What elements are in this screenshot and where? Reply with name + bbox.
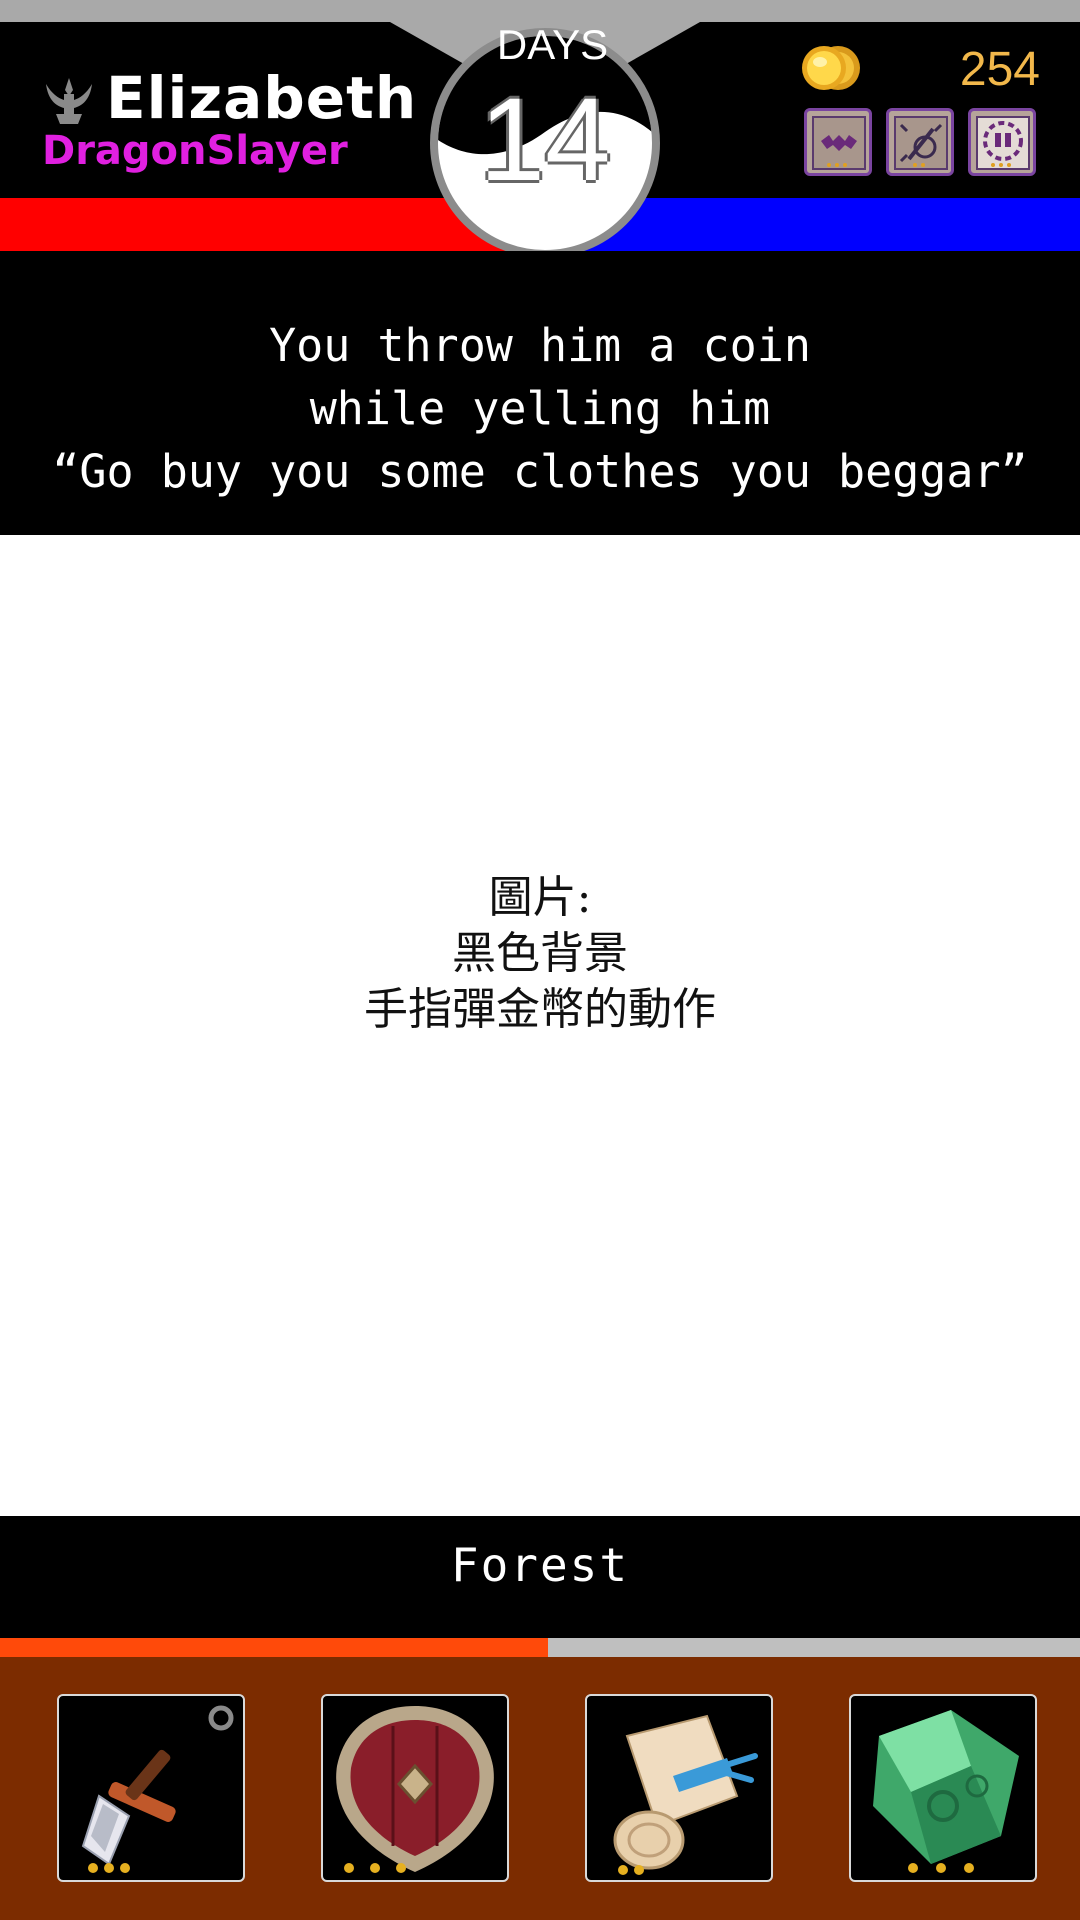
location-name: Forest xyxy=(450,1538,630,1592)
image-placeholder-line: 圖片: xyxy=(488,872,592,923)
player-name: Elizabeth xyxy=(106,64,418,132)
location-progress-track xyxy=(0,1638,1080,1657)
bats-card-icon[interactable] xyxy=(804,108,872,176)
top-strip xyxy=(0,0,1080,22)
dagger-icon xyxy=(81,1705,234,1873)
broken-sword-card-icon[interactable] xyxy=(886,108,954,176)
shield-icon xyxy=(336,1706,494,1873)
inventory-slot-dagger[interactable] xyxy=(57,1694,245,1882)
gold-coin-icon xyxy=(802,46,860,90)
inventory-slot-shield[interactable] xyxy=(321,1694,509,1882)
gear-potion-card-icon[interactable] xyxy=(968,108,1036,176)
story-line: while yelling him xyxy=(309,382,771,435)
inventory-slot-scroll[interactable] xyxy=(585,1694,773,1882)
player-title: DragonSlayer xyxy=(42,128,348,174)
scroll-icon xyxy=(613,1714,758,1875)
green-crystal-icon xyxy=(873,1710,1019,1873)
story-line: You throw him a coin xyxy=(269,319,811,372)
days-count: 14 xyxy=(479,74,611,206)
gold-amount: 254 xyxy=(959,43,1040,96)
trident-crown-icon xyxy=(46,78,92,124)
story-line: “Go buy you some clothes you beggar” xyxy=(52,445,1028,498)
image-placeholder-line: 黑色背景 xyxy=(452,928,628,979)
location-progress-fill xyxy=(0,1638,548,1657)
inventory-slot-crystal[interactable] xyxy=(849,1694,1037,1882)
image-placeholder-line: 手指彈金幣的動作 xyxy=(364,984,716,1035)
